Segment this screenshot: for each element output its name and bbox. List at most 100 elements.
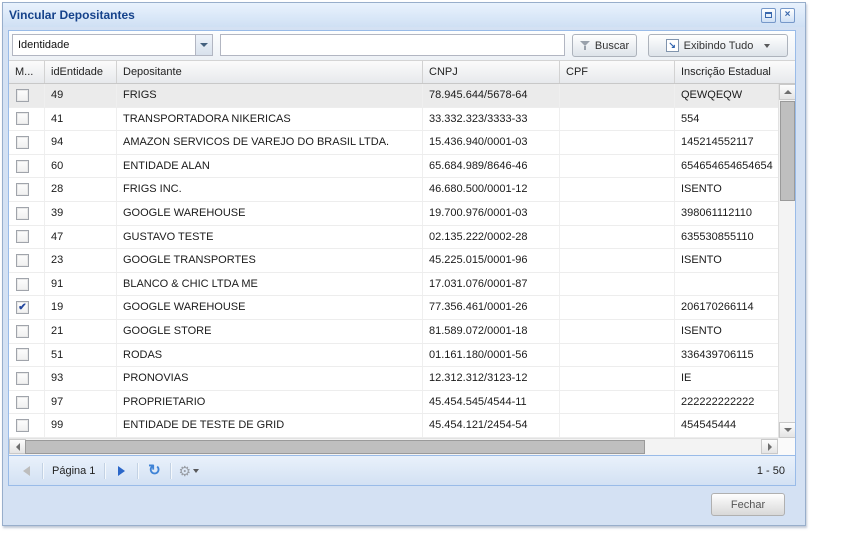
maximize-button[interactable] — [761, 7, 776, 23]
row-checkbox-unchecked[interactable] — [16, 159, 29, 173]
cell-depositante: GUSTAVO TESTE — [117, 225, 423, 249]
cell-identidade: 21 — [45, 319, 117, 343]
row-checkbox-unchecked[interactable] — [16, 419, 29, 433]
chevron-down-icon — [193, 468, 199, 473]
column-header-cpf[interactable]: CPF — [560, 61, 675, 83]
cell-identidade: 39 — [45, 201, 117, 225]
window-titlebar[interactable]: Vincular Depositantes × — [3, 3, 805, 27]
cell-depositante: AMAZON SERVICOS DE VAREJO DO BRASIL LTDA… — [117, 131, 423, 154]
row-select-cell — [9, 225, 45, 249]
row-checkbox-unchecked[interactable] — [16, 183, 29, 197]
row-checkbox-unchecked[interactable] — [16, 277, 29, 291]
row-checkbox-unchecked[interactable] — [16, 230, 29, 244]
desktop-background: Vincular Depositantes × Identidade Busca… — [0, 0, 850, 551]
page-number-label: Página 1 — [52, 464, 96, 477]
row-select-cell — [9, 414, 45, 437]
table-row[interactable]: 47 GUSTAVO TESTE 02.135.222/0002-28 6355308… — [9, 225, 778, 250]
toolbar-separator — [137, 462, 139, 479]
next-page-button[interactable] — [112, 462, 130, 480]
cell-depositante: TRANSPORTADORA NIKERICAS — [117, 107, 423, 131]
table-row[interactable]: 60 ENTIDADE ALAN 65.684.989/8646-46 6546546… — [9, 154, 778, 179]
record-range-label: 1 - 50 — [756, 464, 785, 477]
horizontal-scrollbar — [9, 438, 778, 455]
vincular-depositantes-window: Vincular Depositantes × Identidade Busca… — [2, 2, 806, 526]
row-select-cell — [9, 367, 45, 390]
column-header-marcar[interactable]: M... — [9, 61, 45, 83]
row-checkbox-unchecked[interactable] — [16, 88, 29, 102]
row-checkbox-checked[interactable]: ✔ — [16, 301, 29, 315]
row-select-cell — [9, 107, 45, 131]
row-checkbox-unchecked[interactable] — [16, 348, 29, 362]
table-row[interactable]: ✔ 19 GOOGLE WAREHOUSE 77.356.461/0001-26 206… — [9, 296, 778, 320]
cell-cnpj: 45.454.545/4544-11 — [423, 390, 560, 414]
column-header-depositante[interactable]: Depositante — [117, 61, 423, 83]
row-checkbox-unchecked[interactable] — [16, 112, 29, 126]
table-row[interactable]: 41 TRANSPORTADORA NIKERICAS 33.332.323/333… — [9, 107, 778, 132]
horizontal-scrollbar-thumb[interactable] — [25, 440, 645, 454]
row-checkbox-unchecked[interactable] — [16, 253, 29, 267]
table-row[interactable]: 97 PROPRIETARIO 45.454.545/4544-11 22222222… — [9, 390, 778, 415]
scrollbar-corner — [778, 438, 795, 455]
row-select-cell — [9, 131, 45, 154]
table-row[interactable]: 91 BLANCO & CHIC LTDA ME 17.031.076/0001-8… — [9, 272, 778, 297]
cell-identidade: 97 — [45, 390, 117, 414]
arrow-right-icon — [767, 442, 772, 451]
table-row[interactable]: 99 ENTIDADE DE TESTE DE GRID 45.454.121/24… — [9, 414, 778, 438]
table-row[interactable]: 28 FRIGS INC. 46.680.500/0001-12 ISENTO — [9, 178, 778, 202]
next-page-icon — [117, 465, 125, 476]
refresh-button[interactable]: ↻ — [145, 462, 163, 480]
arrow-left-icon — [15, 442, 20, 451]
cell-cnpj: 33.332.323/3333-33 — [423, 107, 560, 131]
cell-inscricao_estadual: 554 — [681, 112, 700, 125]
row-select-cell — [9, 178, 45, 201]
row-select-cell — [9, 319, 45, 343]
cell-identidade: 28 — [45, 178, 117, 201]
row-select-cell — [9, 343, 45, 367]
table-row[interactable]: 94 AMAZON SERVICOS DE VAREJO DO BRASIL LT… — [9, 131, 778, 155]
show-all-icon: ↘ — [665, 39, 679, 52]
table-row[interactable]: 51 RODAS 01.161.180/0001-56 336439706115 — [9, 343, 778, 368]
fechar-button[interactable]: Fechar — [711, 493, 785, 516]
row-checkbox-unchecked[interactable] — [16, 395, 29, 409]
cell-cnpj: 15.436.940/0001-03 — [423, 131, 560, 154]
cell-identidade: 47 — [45, 225, 117, 249]
table-row[interactable]: 21 GOOGLE STORE 81.589.072/0001-18 ISENTO — [9, 319, 778, 344]
column-header-inscricao-estadual[interactable]: Inscrição Estadual — [675, 61, 795, 83]
cell-identidade: 99 — [45, 414, 117, 437]
search-input[interactable] — [220, 34, 565, 56]
close-button[interactable]: × — [780, 7, 795, 23]
cell-cnpj: 81.589.072/0001-18 — [423, 319, 560, 343]
table-row[interactable]: 49 FRIGS 78.945.644/5678-64 QEWQEQW — [9, 84, 778, 108]
cell-cpf — [560, 131, 675, 154]
scroll-left-button[interactable] — [9, 439, 26, 454]
row-checkbox-unchecked[interactable] — [16, 324, 29, 338]
cell-depositante: ENTIDADE ALAN — [117, 154, 423, 178]
cell-inscricao_estadual: 145214552117 — [681, 136, 754, 149]
table-row[interactable]: 39 GOOGLE WAREHOUSE 19.700.976/0001-03 3980… — [9, 201, 778, 226]
row-checkbox-unchecked[interactable] — [16, 371, 29, 385]
scroll-down-button[interactable] — [779, 422, 795, 438]
filter-field-combo[interactable]: Identidade — [12, 34, 213, 56]
scroll-up-button[interactable] — [779, 84, 795, 100]
settings-menu-button[interactable]: ⚙ — [178, 464, 199, 478]
exibindo-tudo-button[interactable]: ↘ Exibindo Tudo — [648, 34, 788, 57]
paging-toolbar: Página 1 ↻ ⚙ 1 - 50 — [9, 455, 795, 485]
cell-inscricao_estadual: 454545444 — [681, 419, 737, 432]
column-header-cnpj[interactable]: CNPJ — [423, 61, 560, 83]
cell-inscricao_estadual: ISENTO — [681, 324, 722, 337]
cell-cpf — [560, 249, 675, 272]
scroll-right-button[interactable] — [761, 439, 778, 454]
cell-cnpj: 02.135.222/0002-28 — [423, 225, 560, 249]
combo-trigger-button[interactable] — [195, 35, 212, 55]
column-header-identidade[interactable]: idEntidade — [45, 61, 117, 83]
vertical-scrollbar-thumb[interactable] — [780, 101, 795, 201]
row-checkbox-unchecked[interactable] — [16, 206, 29, 220]
row-select-cell: ✔ — [9, 296, 45, 319]
cell-inscricao_estadual: 206170266114 — [681, 301, 754, 314]
grid-panel: Identidade Buscar ↘ Exibindo Tudo M... i… — [8, 30, 796, 486]
row-checkbox-unchecked[interactable] — [16, 135, 29, 149]
table-row[interactable]: 23 GOOGLE TRANSPORTES 45.225.015/0001-96 IS… — [9, 249, 778, 273]
buscar-button[interactable]: Buscar — [572, 34, 637, 57]
table-row[interactable]: 93 PRONOVIAS 12.312.312/3123-12 IE — [9, 367, 778, 391]
previous-page-button[interactable] — [17, 462, 35, 480]
